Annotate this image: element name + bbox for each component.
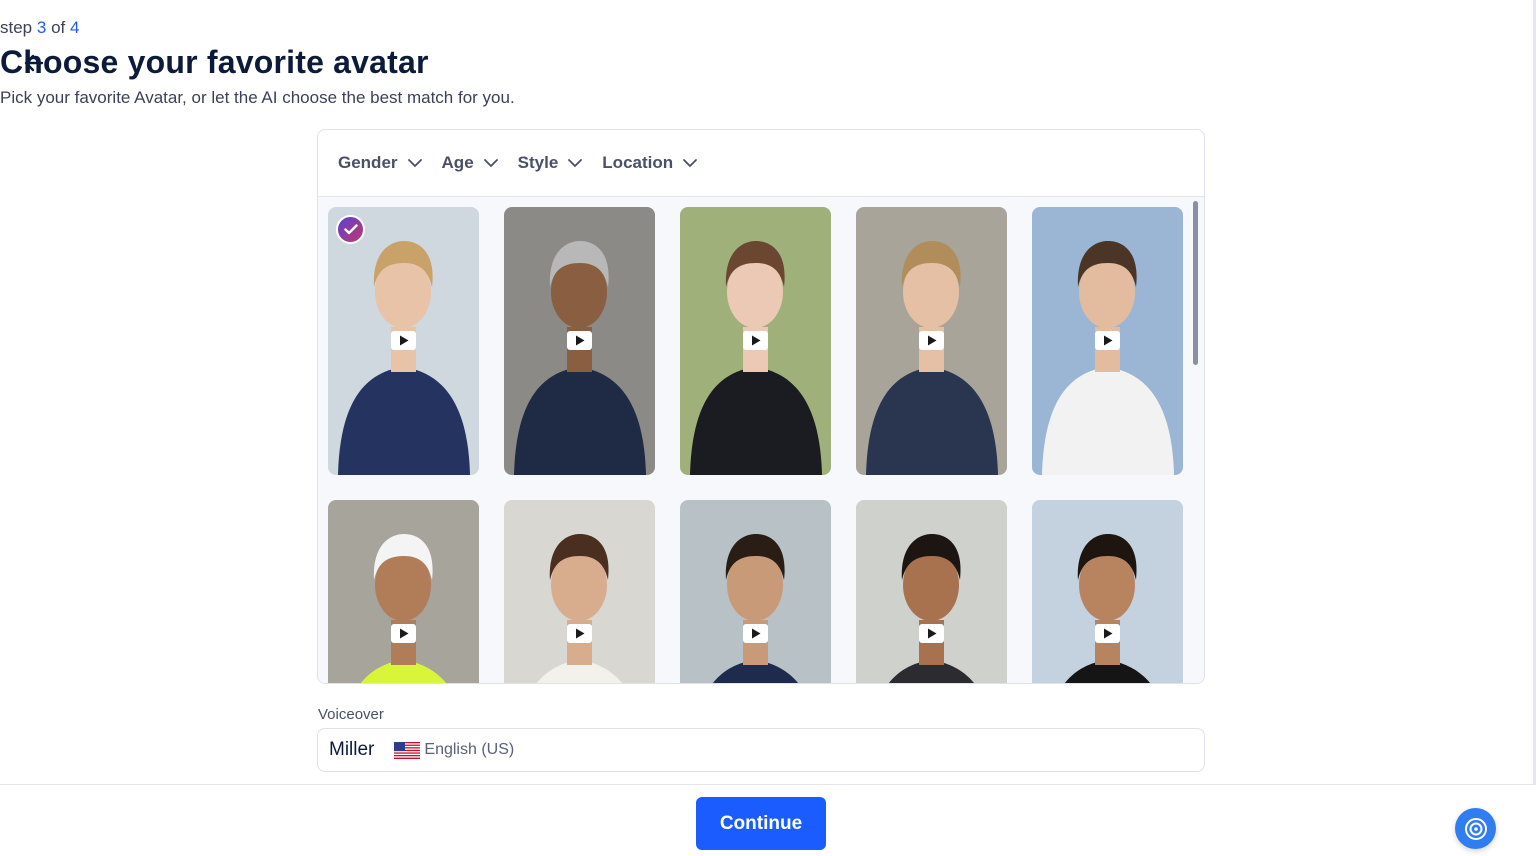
- play-icon[interactable]: [919, 331, 944, 350]
- avatar-card[interactable]: [504, 500, 655, 683]
- voice-language: English (US): [424, 741, 515, 758]
- filter-label: Age: [441, 153, 474, 172]
- filter-gender[interactable]: Gender: [338, 153, 422, 173]
- avatar-card[interactable]: [680, 500, 831, 683]
- filter-style[interactable]: Style: [518, 153, 583, 173]
- avatar-panel: Gender Age Style Location: [317, 129, 1205, 684]
- step-of: of: [51, 18, 66, 37]
- play-icon[interactable]: [1095, 331, 1120, 350]
- avatar-person-image: [1064, 534, 1151, 683]
- continue-button[interactable]: Continue: [696, 797, 826, 850]
- play-icon[interactable]: [567, 331, 592, 350]
- avatar-grid-scroll[interactable]: [318, 197, 1204, 683]
- avatar-card[interactable]: [680, 207, 831, 475]
- avatar-card[interactable]: [328, 207, 479, 475]
- play-icon[interactable]: [919, 624, 944, 643]
- play-icon[interactable]: [743, 624, 768, 643]
- step-total: 4: [70, 18, 80, 37]
- avatar-card[interactable]: [1032, 207, 1183, 475]
- avatar-grid: [328, 207, 1183, 683]
- filter-label: Gender: [338, 153, 398, 172]
- selected-check-icon: [336, 215, 365, 244]
- page-subtitle: Pick your favorite Avatar, or let the AI…: [0, 88, 515, 107]
- page: step 3 of 4 Choose your favorite avatar …: [0, 0, 1536, 856]
- avatar-card[interactable]: [856, 500, 1007, 683]
- step-current: 3: [36, 18, 47, 37]
- scrollbar-thumb[interactable]: [1193, 201, 1198, 365]
- avatar-person-image: [536, 534, 623, 683]
- play-icon[interactable]: [391, 331, 416, 350]
- filter-bar: Gender Age Style Location: [318, 130, 1204, 197]
- play-icon[interactable]: [1095, 624, 1120, 643]
- us-flag-icon: [394, 741, 421, 759]
- voiceover-select[interactable]: Miller English (US): [317, 728, 1205, 772]
- play-icon[interactable]: [743, 331, 768, 350]
- voiceover-label: Voiceover: [318, 706, 384, 723]
- avatar-card[interactable]: [504, 207, 655, 475]
- avatar-person-image: [712, 534, 799, 683]
- avatar-card[interactable]: [856, 207, 1007, 475]
- play-icon[interactable]: [567, 624, 592, 643]
- avatar-person-image: [360, 534, 447, 683]
- chevron-down-icon: [568, 158, 583, 167]
- play-icon[interactable]: [391, 624, 416, 643]
- support-chat-icon: [1464, 817, 1487, 840]
- help-button[interactable]: [1455, 808, 1496, 849]
- filter-age[interactable]: Age: [442, 153, 498, 173]
- chevron-down-icon: [683, 158, 698, 167]
- filter-location[interactable]: Location: [602, 153, 698, 173]
- filter-label: Location: [602, 153, 674, 172]
- avatar-card[interactable]: [328, 500, 479, 683]
- page-title: Choose your favorite avatar: [0, 44, 429, 80]
- filter-label: Style: [517, 153, 559, 172]
- avatar-person-image: [888, 534, 975, 683]
- voice-name: Miller: [329, 739, 375, 760]
- chevron-down-icon: [483, 158, 498, 167]
- chevron-down-icon: [407, 158, 422, 167]
- avatar-card[interactable]: [1032, 500, 1183, 683]
- step-prefix: step: [0, 18, 33, 37]
- step-indicator: step 3 of 4: [0, 18, 1536, 38]
